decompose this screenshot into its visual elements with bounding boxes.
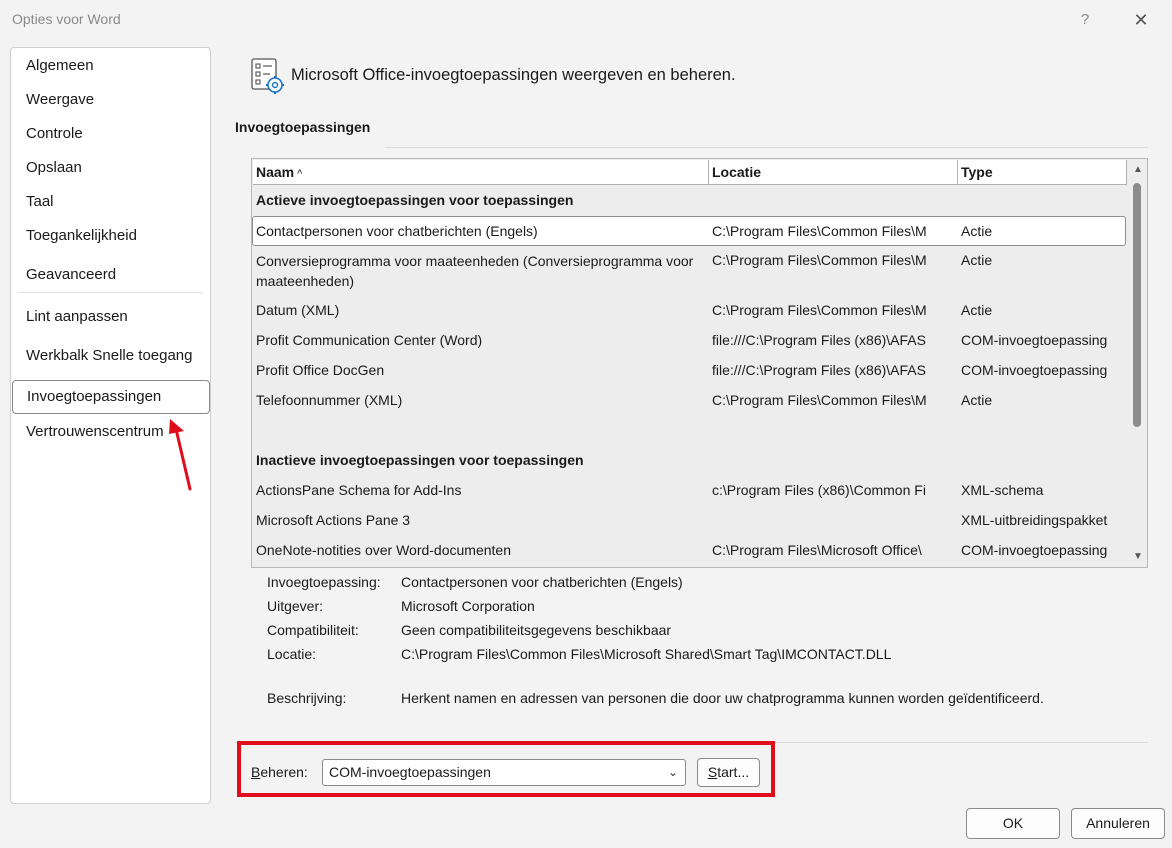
detail-compat-value: Geen compatibiliteitsgegevens beschikbaa… bbox=[401, 622, 672, 638]
sidebar-item-controle[interactable]: Controle bbox=[26, 125, 83, 142]
sidebar-item-geavanceerd[interactable]: Geavanceerd bbox=[26, 266, 116, 283]
cell-type: COM-invoegtoepassing bbox=[961, 362, 1108, 378]
cell-location: file:///C:\Program Files (x86)\AFAS bbox=[712, 332, 926, 348]
cell-location: C:\Program Files\Common Files\M bbox=[712, 392, 927, 408]
sidebar-item-taal[interactable]: Taal bbox=[26, 193, 54, 210]
cell-name: Profit Office DocGen bbox=[256, 362, 385, 378]
scroll-down-icon[interactable]: ▼ bbox=[1132, 551, 1144, 563]
cell-type: XML-schema bbox=[961, 482, 1044, 498]
title-bar: Opties voor Word ? ✕ bbox=[0, 0, 1172, 40]
detail-addin-label: Invoegtoepassing: bbox=[267, 574, 381, 590]
cell-location: C:\Program Files\Common Files\M bbox=[712, 252, 927, 268]
detail-publisher-value: Microsoft Corporation bbox=[401, 598, 535, 614]
cell-location: C:\Program Files\Common Files\M bbox=[712, 302, 927, 318]
ok-button[interactable]: OK bbox=[966, 808, 1060, 839]
manage-select-value: COM-invoegtoepassingen bbox=[329, 764, 491, 780]
red-arrow-annotation bbox=[169, 419, 192, 491]
cell-name: Profit Communication Center (Word) bbox=[256, 332, 483, 348]
cell-type: Actie bbox=[961, 223, 993, 239]
cell-name: ActionsPane Schema for Add-Ins bbox=[256, 482, 462, 498]
addin-table: Naam ^ Locatie Type Actieve invoegtoepass… bbox=[251, 158, 1148, 568]
table-row[interactable]: Profit Communication Center (Word) file:… bbox=[252, 332, 1126, 354]
table-row[interactable]: Microsoft Actions Pane 3 XML-uitbreiding… bbox=[252, 512, 1126, 534]
cell-name: Telefoonnummer (XML) bbox=[256, 392, 403, 408]
start-button-mnemonic: S bbox=[707, 764, 718, 780]
column-header-type[interactable]: Type bbox=[958, 160, 1127, 185]
section-title: Invoegtoepassingen bbox=[235, 119, 371, 135]
sidebar-item-lint-aanpassen[interactable]: Lint aanpassen bbox=[26, 308, 128, 325]
sidebar-item-invoegtoepassingen[interactable]: Invoegtoepassingen bbox=[12, 380, 210, 414]
cell-name: Microsoft Actions Pane 3 bbox=[256, 512, 411, 528]
table-row[interactable]: Profit Office DocGen file:///C:\Program … bbox=[252, 362, 1126, 384]
cell-type: COM-invoegtoepassing bbox=[961, 332, 1108, 348]
cell-type: Actie bbox=[961, 302, 993, 318]
manage-select[interactable]: COM-invoegtoepassingen ⌄ bbox=[322, 759, 686, 786]
sidebar-item-werkbalk-snelle-toegang[interactable]: Werkbalk Snelle toegang bbox=[26, 347, 193, 364]
window-title: Opties voor Word bbox=[12, 11, 121, 27]
cell-name: Contactpersonen voor chatberichten (Enge… bbox=[256, 223, 538, 239]
addin-list-gear-icon bbox=[251, 58, 284, 94]
detail-addin-value: Contactpersonen voor chatberichten (Enge… bbox=[401, 574, 683, 590]
table-row[interactable]: Conversieprogramma voor maateenheden (Co… bbox=[252, 251, 1126, 293]
sidebar-item-vertrouwenscentrum[interactable]: Vertrouwenscentrum bbox=[26, 423, 164, 440]
cell-location: C:\Program Files\Microsoft Office\ bbox=[712, 542, 922, 558]
sidebar-item-weergave[interactable]: Weergave bbox=[26, 91, 94, 108]
start-button-text: tart... bbox=[717, 764, 750, 780]
table-row[interactable]: Datum (XML) C:\Program Files\Common File… bbox=[252, 302, 1126, 324]
column-header-naam[interactable]: Naam ^ bbox=[253, 160, 709, 185]
cell-name: Datum (XML) bbox=[256, 302, 340, 318]
detail-compat-label: Compatibiliteit: bbox=[267, 622, 359, 638]
sidebar-divider bbox=[18, 292, 203, 293]
cell-type: COM-invoegtoepassing bbox=[961, 542, 1108, 558]
detail-publisher-label: Uitgever: bbox=[267, 598, 324, 614]
cell-type: Actie bbox=[961, 392, 993, 408]
start-button[interactable]: Start... bbox=[697, 758, 760, 787]
chevron-down-icon: ⌄ bbox=[667, 765, 678, 779]
cell-name: Conversieprogramma voor maateenheden (Co… bbox=[256, 253, 694, 289]
manage-label-mnemonic: B bbox=[251, 764, 261, 780]
sort-ascending-icon: ^ bbox=[297, 168, 303, 180]
group-header-inactive: Inactieve invoegtoepassingen voor toepas… bbox=[256, 452, 584, 468]
close-button[interactable]: ✕ bbox=[1126, 6, 1156, 34]
sidebar-item-toegankelijkheid[interactable]: Toegankelijkheid bbox=[26, 227, 137, 244]
cell-name: OneNote-notities over Word-documenten bbox=[256, 542, 511, 558]
detail-description-label: Beschrijving: bbox=[267, 690, 347, 706]
manage-label: Beheren: bbox=[251, 764, 308, 780]
cancel-button[interactable]: Annuleren bbox=[1071, 808, 1165, 839]
table-scrollbar[interactable]: ▲ ▼ bbox=[1128, 159, 1147, 567]
manage-label-text: eheren: bbox=[260, 764, 308, 780]
table-row[interactable]: Contactpersonen voor chatberichten (Enge… bbox=[252, 216, 1126, 246]
group-header-active: Actieve invoegtoepassingen voor toepassi… bbox=[256, 192, 574, 208]
help-button[interactable]: ? bbox=[1072, 6, 1098, 34]
cell-location: c:\Program Files (x86)\Common Fi bbox=[712, 482, 926, 498]
cell-type: Actie bbox=[961, 252, 993, 268]
scroll-up-icon[interactable]: ▲ bbox=[1132, 164, 1144, 176]
table-row[interactable]: OneNote-notities over Word-documenten C:… bbox=[252, 542, 1126, 564]
cell-type: XML-uitbreidingspakket bbox=[961, 512, 1108, 528]
column-header-locatie[interactable]: Locatie bbox=[709, 160, 958, 185]
page-heading: Microsoft Office-invoegtoepassingen weer… bbox=[291, 66, 736, 84]
section-divider bbox=[385, 147, 1148, 148]
cell-location: file:///C:\Program Files (x86)\AFAS bbox=[712, 362, 926, 378]
detail-location-value: C:\Program Files\Common Files\Microsoft … bbox=[401, 646, 892, 662]
scroll-thumb[interactable] bbox=[1133, 183, 1141, 427]
sidebar-item-opslaan[interactable]: Opslaan bbox=[26, 159, 82, 176]
detail-description-value: Herkent namen en adressen van personen d… bbox=[401, 690, 1044, 706]
table-row[interactable]: ActionsPane Schema for Add-Ins c:\Progra… bbox=[252, 482, 1126, 504]
detail-location-label: Locatie: bbox=[267, 646, 317, 662]
column-header-naam-label: Naam bbox=[256, 164, 295, 180]
table-row[interactable]: Telefoonnummer (XML) C:\Program Files\Co… bbox=[252, 392, 1126, 414]
cell-location: C:\Program Files\Common Files\M bbox=[712, 223, 927, 239]
sidebar-item-algemeen[interactable]: Algemeen bbox=[26, 57, 94, 74]
